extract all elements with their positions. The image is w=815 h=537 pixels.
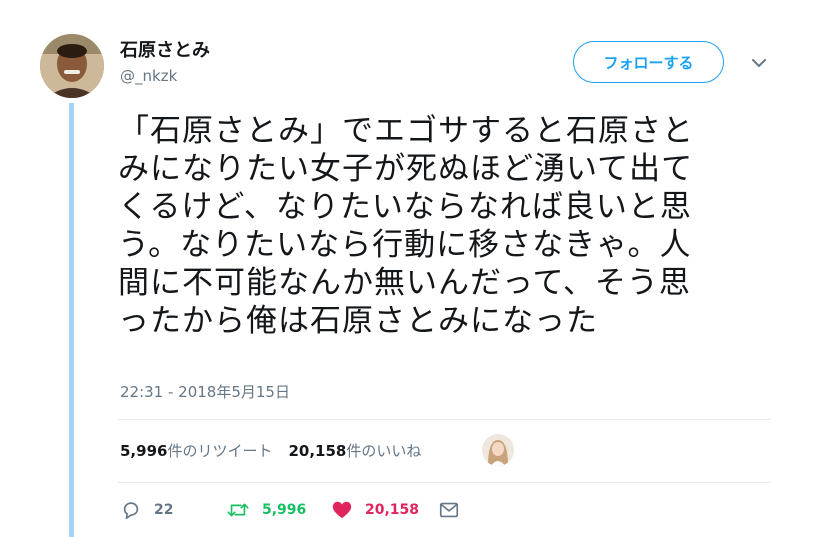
like-button[interactable]: 20,158 xyxy=(331,499,438,521)
divider xyxy=(118,482,771,483)
user-handle[interactable]: @_nkzk xyxy=(120,67,177,85)
tweet-actions: 22 5,996 20,158 xyxy=(120,499,460,521)
like-count: 20,158 xyxy=(365,502,420,518)
tweet-text-line: ったから俺は石原さとみになった xyxy=(118,303,598,339)
tweet-text-line: みになりたい女子が死ぬほど湧いて出て xyxy=(118,151,694,187)
follow-button[interactable]: フォローする xyxy=(573,41,724,83)
retweet-icon xyxy=(227,503,249,517)
like-stat[interactable]: 20,158 件のいいね xyxy=(288,440,421,461)
retweet-stat-label: 件のリツイート xyxy=(167,441,273,460)
tweet-timestamp[interactable]: 22:31 - 2018年5月15日 xyxy=(120,381,290,402)
divider xyxy=(118,419,771,420)
retweet-button[interactable]: 5,996 xyxy=(226,499,331,521)
tweet-text-line: 間に不可能なんか無いんだって、そう思 xyxy=(118,265,691,301)
tweet-stats: 5,996 件のリツイート 20,158 件のいいね xyxy=(120,438,437,462)
retweet-stat[interactable]: 5,996 件のリツイート xyxy=(120,440,272,461)
direct-message-button[interactable] xyxy=(438,499,460,521)
chevron-down-icon[interactable] xyxy=(748,52,770,74)
reply-button[interactable]: 22 xyxy=(120,499,226,521)
heart-icon xyxy=(332,501,352,519)
avatar-photo xyxy=(40,34,104,98)
retweet-count: 5,996 xyxy=(262,502,307,518)
reply-count: 22 xyxy=(154,502,174,518)
display-name[interactable]: 石原さとみ xyxy=(120,36,210,62)
like-stat-label: 件のいいね xyxy=(346,441,422,460)
like-stat-count: 20,158 xyxy=(288,441,347,460)
liker-avatar[interactable] xyxy=(482,434,514,466)
avatar[interactable] xyxy=(40,34,104,98)
tweet-text-line: くるけど、なりたいならなれば良いと思 xyxy=(118,189,692,225)
mail-icon xyxy=(439,502,459,518)
tweet-text-line: う。なりたいなら行動に移さなきゃ。人 xyxy=(118,227,692,263)
tweet-text-line: 「石原さとみ」でエゴサすると石原さと xyxy=(118,113,694,149)
tweet-text: 「石原さとみ」でエゴサすると石原さと みになりたい女子が死ぬほど湧いて出て くる… xyxy=(118,112,778,340)
thread-connector-line xyxy=(69,103,74,537)
reply-icon xyxy=(123,502,139,520)
retweet-stat-count: 5,996 xyxy=(120,441,168,460)
